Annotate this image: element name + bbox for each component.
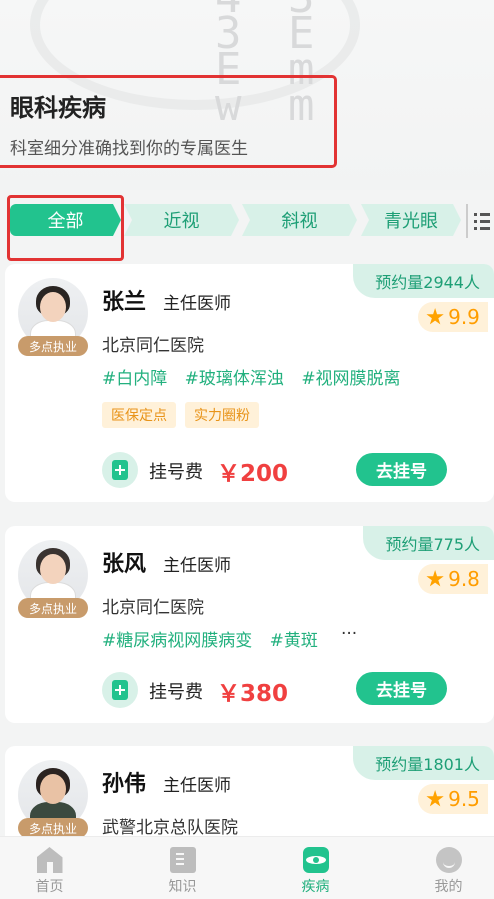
doctor-name: 张风 (102, 552, 147, 577)
more-categories-icon[interactable] (466, 204, 494, 238)
feature-labels: 医保定点 实力圈粉 (102, 402, 259, 428)
nav-home[interactable]: 首页 (0, 837, 116, 899)
fee-price: ￥200 (217, 461, 289, 487)
specialty-tags: #糖尿病视网膜病变 #黄斑 (102, 626, 330, 651)
doctor-card[interactable]: 预约量775人 9.8 多点执业 张风 主任医师 北京同仁医院 #糖尿病视网膜病… (5, 526, 494, 723)
specialty-tag[interactable]: #视网膜脱离 (301, 369, 400, 389)
nav-label: 我的 (434, 879, 463, 895)
appointment-count: 预约量1801人 (353, 746, 494, 780)
star-icon (426, 790, 444, 807)
nav-label: 疾病 (301, 879, 330, 895)
fee-price: ￥380 (217, 681, 289, 707)
tab-glaucoma[interactable]: 青光眼 (361, 204, 461, 236)
specialty-tag[interactable]: #黄斑 (270, 631, 318, 651)
doctor-card[interactable]: 预约量2944人 9.9 多点执业 张兰 主任医师 北京同仁医院 #白内障 #玻… (5, 264, 494, 502)
fee-label: 挂号费 (149, 462, 203, 483)
multi-site-badge: 多点执业 (18, 598, 88, 618)
rating-badge: 9.8 (418, 564, 488, 594)
nav-knowledge[interactable]: 知识 (116, 837, 249, 899)
multi-site-badge: 多点执业 (18, 336, 88, 356)
doctor-name: 孙伟 (102, 772, 147, 797)
star-icon (426, 308, 444, 325)
doctor-card[interactable]: 预约量1801人 9.5 多点执业 孙伟 主任医师 武警北京总队医院 (5, 746, 494, 846)
rating-value: 9.8 (448, 567, 480, 591)
fee-label: 挂号费 (149, 682, 203, 703)
specialty-tag[interactable]: #糖尿病视网膜病变 (102, 631, 252, 651)
hospital-name: 北京同仁医院 (102, 598, 204, 618)
hospital-name: 北京同仁医院 (102, 336, 204, 356)
doctor-title: 主任医师 (163, 556, 231, 576)
multi-site-badge: 多点执业 (18, 818, 88, 838)
specialty-tags: #白内障 #玻璃体浑浊 #视网膜脱离 (102, 364, 413, 389)
rating-value: 9.5 (448, 787, 480, 811)
star-icon (426, 570, 444, 587)
profile-icon (435, 847, 462, 873)
hospital-name: 武警北京总队医院 (102, 818, 238, 838)
rating-badge: 9.5 (418, 784, 488, 814)
book-button[interactable]: 去挂号 (356, 672, 447, 705)
specialty-tag[interactable]: #白内障 (102, 369, 167, 389)
page-title: 眼科疾病 (10, 94, 106, 122)
nav-profile[interactable]: 我的 (382, 837, 494, 899)
appointment-count: 预约量2944人 (353, 264, 494, 298)
nav-label: 首页 (35, 879, 64, 895)
page-subtitle: 科室细分准确找到你的专属医生 (10, 139, 248, 159)
nav-disease[interactable]: 疾病 (249, 837, 382, 899)
specialty-tag[interactable]: #玻璃体浑浊 (185, 369, 284, 389)
more-tags-ellipsis[interactable]: ··· (341, 624, 357, 644)
knowledge-icon (169, 847, 196, 873)
fee-icon (102, 452, 138, 488)
nav-label: 知识 (168, 879, 197, 895)
appointment-count: 预约量775人 (363, 526, 494, 560)
doctor-name: 张兰 (102, 290, 147, 315)
popular-label: 实力圈粉 (185, 402, 259, 428)
doctor-title: 主任医师 (163, 294, 231, 314)
doctor-title: 主任医师 (163, 776, 231, 796)
book-button[interactable]: 去挂号 (356, 453, 447, 486)
tab-myopia[interactable]: 近视 (124, 204, 239, 236)
fee-icon (102, 672, 138, 708)
rating-badge: 9.9 (418, 302, 488, 332)
tab-strabismus[interactable]: 斜视 (242, 204, 357, 236)
bottom-nav: 首页 知识 疾病 我的 (0, 836, 494, 899)
home-icon (36, 847, 63, 873)
insurance-label: 医保定点 (102, 402, 176, 428)
tab-highlight-box (7, 195, 124, 261)
rating-value: 9.9 (448, 305, 480, 329)
disease-icon (302, 847, 329, 873)
